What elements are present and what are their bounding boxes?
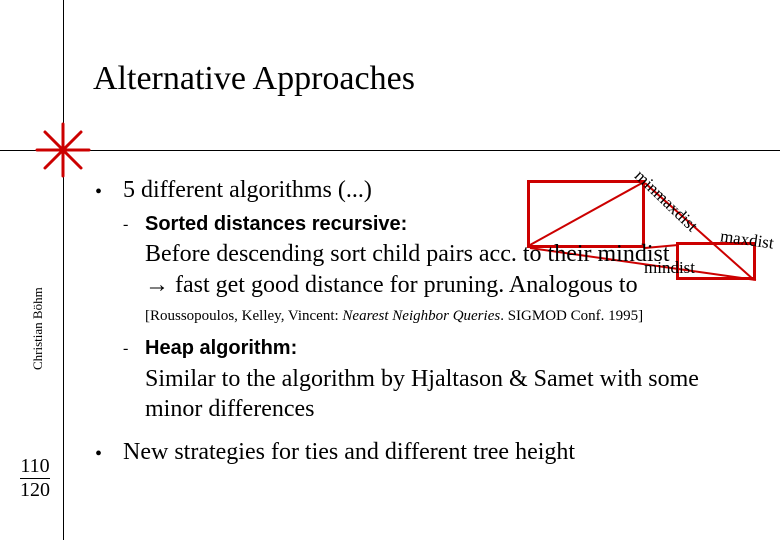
star-icon [34, 121, 92, 179]
bullet-2-text: New strategies for ties and different tr… [123, 437, 575, 468]
page-number: 110 120 [20, 455, 50, 502]
citation: [Roussopoulos, Kelley, Vincent: Nearest … [145, 307, 755, 326]
arrow-icon: → [145, 271, 169, 298]
bullet-1: • 5 different algorithms (...) [95, 175, 755, 206]
slide-title: Alternative Approaches [93, 60, 415, 98]
heap-text: Similar to the algorithm by Hjaltason & … [145, 366, 699, 423]
heap-body: Heap algorithm: Similar to the algorithm… [145, 336, 755, 425]
heap-heading: Heap algorithm: [145, 336, 755, 362]
author-label: Christian Böhm [30, 287, 46, 370]
bullet-2: • New strategies for ties and different … [95, 437, 755, 468]
heap-item: - Heap algorithm: Similar to the algorit… [123, 336, 755, 425]
sorted-line2: fast get good distance for pruning. Anal… [169, 272, 638, 298]
sorted-heading: Sorted distances recursive: [145, 212, 755, 238]
sorted-item: - Sorted distances recursive: Before des… [123, 212, 755, 301]
sorted-body: Sorted distances recursive: Before desce… [145, 212, 755, 301]
dash-icon: - [123, 215, 145, 304]
dash-icon: - [123, 339, 145, 428]
horizontal-crosshair-line [0, 150, 780, 151]
bullet-icon: • [95, 442, 123, 473]
page-current: 110 [20, 455, 50, 478]
bullet-icon: • [95, 180, 123, 211]
bullet-1-text: 5 different algorithms (...) [123, 175, 372, 206]
vertical-crosshair-line [63, 0, 64, 540]
content-area: • 5 different algorithms (...) - Sorted … [95, 175, 755, 474]
sorted-line1: Before descending sort child pairs acc. … [145, 241, 670, 267]
page-total: 120 [20, 478, 50, 502]
